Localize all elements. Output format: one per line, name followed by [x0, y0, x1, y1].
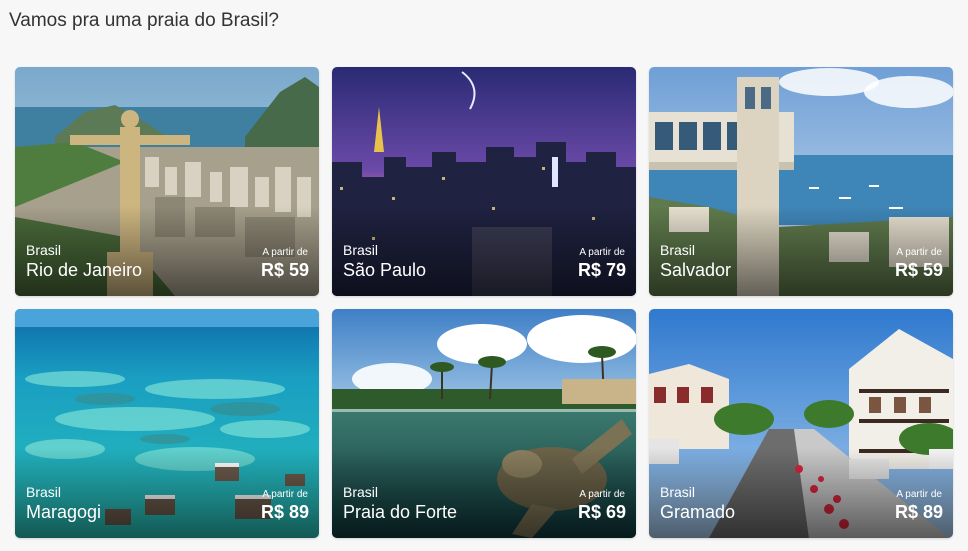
destination-card-sao-paulo[interactable]: Brasil São Paulo A partir de R$ 79: [332, 67, 636, 296]
card-city: Maragogi: [26, 502, 102, 522]
card-price: R$ 69: [577, 502, 626, 522]
card-price: R$ 59: [260, 260, 309, 280]
card-from-label: A partir de: [579, 247, 625, 258]
card-from-label: A partir de: [262, 247, 308, 258]
destination-card-salvador[interactable]: Brasil Salvador A partir de R$ 59: [649, 67, 953, 296]
card-price: R$ 89: [260, 502, 309, 522]
destination-card-gramado[interactable]: Brasil Gramado A partir de R$ 89: [649, 309, 953, 538]
destination-card-rio-de-janeiro[interactable]: Brasil Rio de Janeiro A partir de R$ 59: [15, 67, 319, 296]
card-country: Brasil: [660, 484, 696, 500]
destination-card-praia-do-forte[interactable]: Brasil Praia do Forte A partir de R$ 69: [332, 309, 636, 538]
card-country: Brasil: [26, 242, 62, 258]
card-city: Salvador: [660, 260, 732, 280]
card-country: Brasil: [26, 484, 62, 500]
card-city: Rio de Janeiro: [26, 260, 143, 280]
card-from-label: A partir de: [579, 489, 625, 500]
card-price: R$ 79: [577, 260, 626, 280]
destination-grid: Brasil Rio de Janeiro A partir de R$ 59: [0, 0, 968, 551]
card-country: Brasil: [343, 484, 379, 500]
card-from-label: A partir de: [896, 247, 942, 258]
card-from-label: A partir de: [896, 489, 942, 500]
card-country: Brasil: [660, 242, 696, 258]
card-country: Brasil: [343, 242, 379, 258]
card-price: R$ 89: [894, 502, 943, 522]
card-price: R$ 59: [894, 260, 943, 280]
card-city: São Paulo: [343, 260, 427, 280]
card-city: Praia do Forte: [343, 502, 458, 522]
card-city: Gramado: [660, 502, 736, 522]
destination-card-maragogi[interactable]: Brasil Maragogi A partir de R$ 89: [15, 309, 319, 538]
card-from-label: A partir de: [262, 489, 308, 500]
